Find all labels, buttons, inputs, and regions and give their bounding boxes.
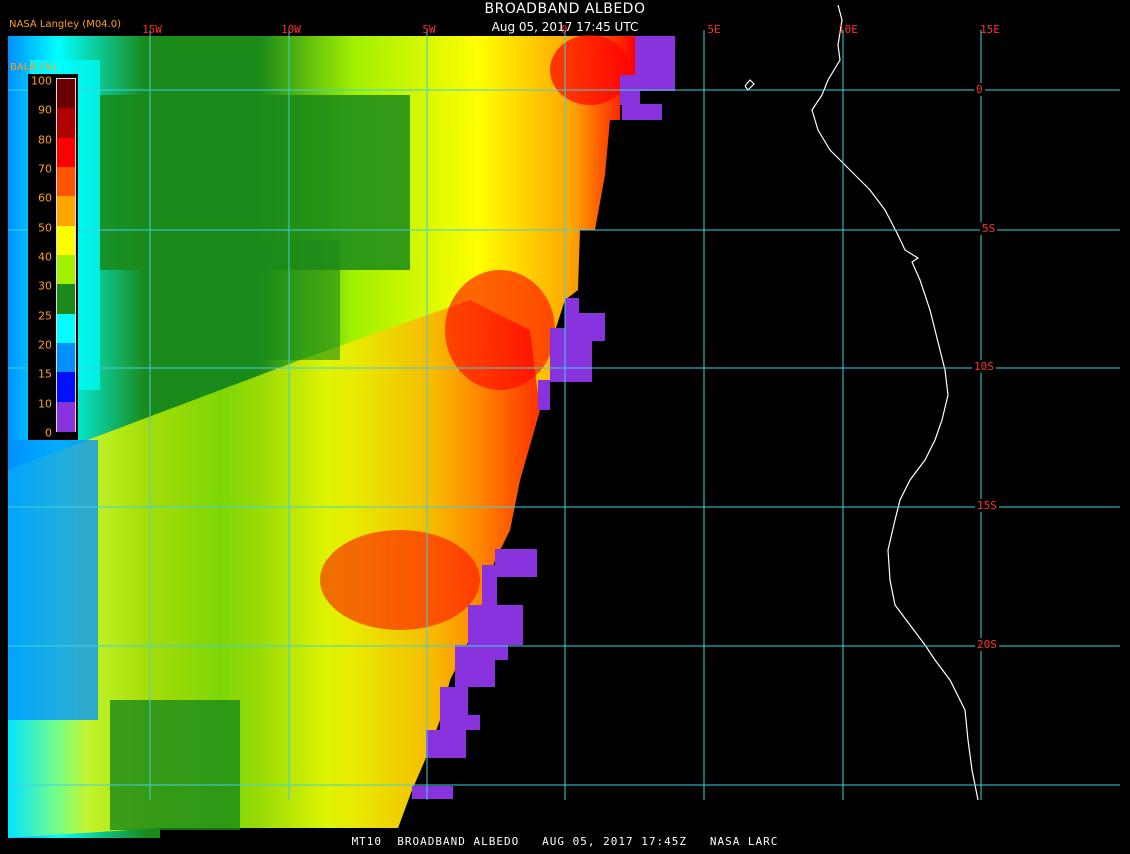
legend-label: 40 [38, 250, 52, 264]
lat-label-10s: 10S [972, 360, 996, 373]
legend-swatch [57, 167, 75, 197]
coastline [811, 4, 979, 801]
legend-swatch [57, 401, 75, 432]
credit-label: NASA Langley (M04.0) [9, 19, 121, 30]
legend-label: 25 [38, 309, 52, 323]
satellite-map: 15W 10W 5W 0 5E 10E 15E 0 5S 10S 15S 20S… [0, 0, 1130, 850]
lat-label-0: 0 [974, 83, 985, 96]
legend-swatch [57, 284, 75, 315]
legend-colorbar [56, 78, 76, 432]
legend-swatch [57, 343, 75, 373]
legend-swatch [57, 313, 75, 344]
lat-label-15s: 15S [975, 499, 999, 512]
legend-label: 10 [38, 397, 52, 411]
legend-label: 0 [45, 426, 52, 440]
red-cluster-central [445, 270, 555, 390]
albedo-map-canvas [8, 4, 1120, 838]
map-timestamp: Aug 05, 2017 17:45 UTC [491, 20, 639, 34]
legend-label: 20 [38, 338, 52, 352]
legend-title: BALB (%) [10, 62, 57, 73]
legend-swatch [57, 225, 75, 256]
map-title: BROADBAND ALBEDO [484, 1, 646, 17]
footer-caption: MT10 BROADBAND ALBEDO AUG 05, 2017 17:45… [351, 835, 779, 848]
red-cluster-north [550, 35, 630, 105]
green-deck-south [110, 700, 240, 830]
legend-label: 90 [38, 103, 52, 117]
legend-label: 30 [38, 279, 52, 293]
legend-label: 60 [38, 191, 52, 205]
legend-label: 100 [31, 74, 52, 88]
legend-swatch [57, 137, 75, 168]
legend-swatch [57, 196, 75, 227]
red-cluster-south [320, 530, 480, 630]
island-outline [744, 79, 755, 91]
legend-label: 50 [38, 221, 52, 235]
lat-label-5s: 5S [980, 222, 998, 235]
legend-label: 80 [38, 133, 52, 147]
legend-label: 15 [38, 367, 52, 381]
lat-label-20s: 20S [975, 638, 999, 651]
green-deck-mid [200, 240, 340, 360]
legend-label: 70 [38, 162, 52, 176]
legend-swatch [57, 79, 75, 109]
legend-swatch [57, 108, 75, 139]
legend-swatch [57, 372, 75, 403]
blue-edge-west [8, 440, 98, 720]
albedo-legend: BALB (%) 100 90 80 70 60 50 40 30 25 20 15 10 0 [10, 62, 78, 440]
legend-swatch [57, 255, 75, 285]
